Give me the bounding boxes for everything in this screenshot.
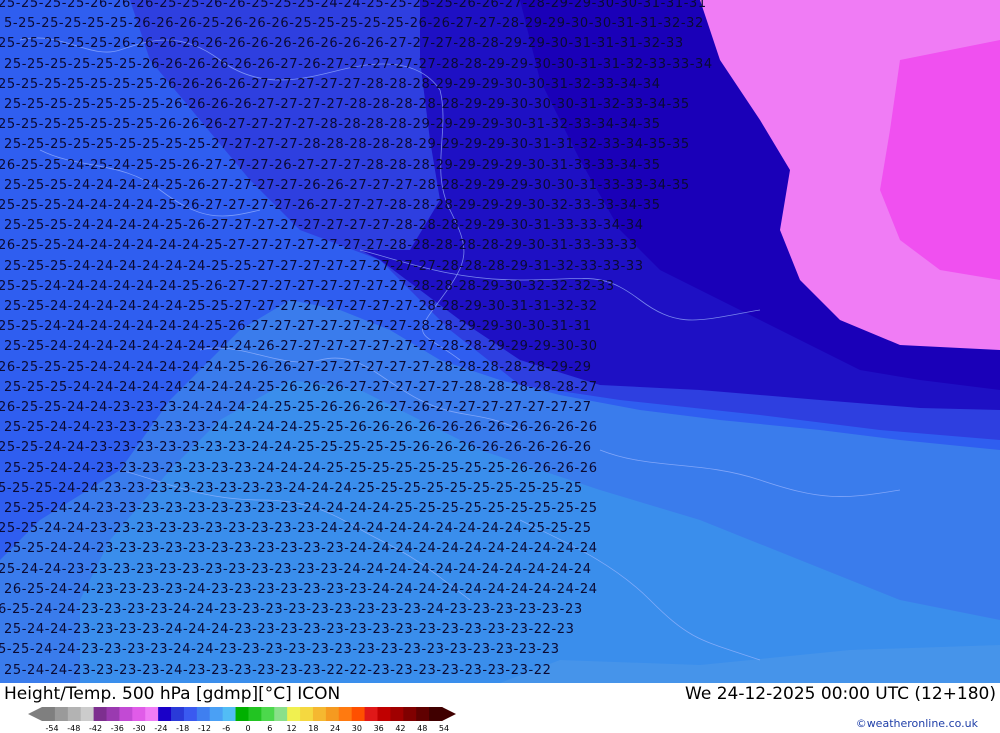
contour-label-row: 26-25-24-24-23-23-23-23-24-23-23-23-23-2… <box>4 581 598 597</box>
scale-arrow-right <box>442 707 456 721</box>
contour-label-row: 25-25-25-25-25-26-26-26-26-26-26-26-26-2… <box>0 36 684 52</box>
map-title: Height/Temp. 500 hPa [gdmp][°C] ICON <box>4 684 341 704</box>
contour-label-row: 25-25-25-24-24-24-24-24-24-24-24-25-26-2… <box>4 379 598 395</box>
scale-swatch <box>351 707 366 721</box>
scale-swatch <box>248 707 262 721</box>
scale-swatch <box>429 707 443 721</box>
scale-swatch <box>377 707 391 721</box>
scale-swatch <box>312 707 327 721</box>
contour-label-row: 25-25-25-25-26-26-26-25-25-26-26-25-25-2… <box>0 0 707 11</box>
scale-tick-label: 30 <box>351 724 362 733</box>
scale-tick-label: -12 <box>197 724 211 733</box>
scale-arrow-left <box>28 707 42 721</box>
footer-bar: Height/Temp. 500 hPa [gdmp][°C] ICON We … <box>0 683 1000 733</box>
scale-tick-label: 48 <box>417 724 428 733</box>
scale-swatch <box>390 707 404 721</box>
scale-swatch <box>196 707 211 721</box>
scale-tick-label: 18 <box>308 724 319 733</box>
scale-swatch <box>119 707 133 721</box>
scale-swatch <box>209 707 224 721</box>
scale-swatch <box>261 707 275 721</box>
contour-label-row: 25-24-24-23-23-23-23-23-23-23-23-23-23-2… <box>0 561 592 577</box>
scale-swatch <box>132 707 146 721</box>
contour-label-row: 6-25-24-24-23-23-23-23-24-24-23-23-23-23… <box>0 602 583 617</box>
scale-swatch <box>416 707 430 721</box>
scale-tick-label: -42 <box>89 724 103 733</box>
scale-swatch <box>338 707 353 721</box>
scale-tick-label: 54 <box>438 724 450 733</box>
scale-tick-label: 12 <box>286 724 297 733</box>
scale-swatch <box>54 707 69 721</box>
valid-time: We 24-12-2025 00:00 UTC (12+180) <box>685 684 996 704</box>
scale-swatch <box>235 707 249 721</box>
contour-label-row: 25-25-25-25-25-25-25-25-25-27-27-27-27-2… <box>4 137 690 153</box>
scale-tick-label: -24 <box>154 724 168 733</box>
color-scale <box>28 707 456 721</box>
scale-tick-label: -6 <box>222 724 231 733</box>
contour-label-row: 26-25-25-25-24-24-24-24-24-24-25-26-26-2… <box>0 359 592 375</box>
scale-swatch <box>80 707 95 721</box>
scale-tick-label: -48 <box>67 724 81 733</box>
scale-tick-label: -30 <box>132 724 146 733</box>
scale-swatch <box>171 707 185 721</box>
scale-swatch <box>106 707 120 721</box>
contour-label-row: 25-24-24-23-23-23-23-24-23-23-23-23-23-2… <box>4 662 552 678</box>
credit-link[interactable]: ©weatheronline.co.uk <box>856 717 978 730</box>
contour-label-row: 25-25-24-24-24-24-24-24-25-25-27-27-27-2… <box>4 299 598 314</box>
contour-label-row: 25-25-24-24-23-23-23-23-23-24-24-24-24-2… <box>4 420 598 436</box>
contour-label-row: 25-25-25-25-25-25-25-26-26-26-26-27-27-2… <box>4 97 690 112</box>
contour-label-row: 25-25-24-24-24-24-24-24-24-25-26-27-27-2… <box>0 319 592 335</box>
contour-label-row: 25-25-25-24-24-24-24-24-24-25-25-27-27-2… <box>4 258 644 274</box>
contour-label-row: 5-25-24-24-23-23-23-23-24-24-23-23-23-23… <box>0 642 560 658</box>
contour-label-row: 25-25-24-24-24-24-24-24-24-24-24-26-27-2… <box>4 339 598 355</box>
scale-swatch <box>222 707 237 721</box>
scale-tick-label: 36 <box>373 724 384 733</box>
contour-label-row: 25-25-25-25-25-25-25-26-26-26-26-27-27-2… <box>0 76 661 92</box>
scale-swatch <box>93 707 108 721</box>
contour-label-row: 25-25-24-24-23-23-23-23-23-23-23-23-23-2… <box>4 541 598 557</box>
scale-tick-label: -54 <box>45 724 59 733</box>
contour-label-row: 25-25-25-25-25-25-25-26-26-26-27-27-27-2… <box>0 117 661 133</box>
scale-swatch <box>403 707 417 721</box>
contour-label-row: 25-25-24-24-24-24-24-24-25-26-27-27-27-2… <box>0 278 615 294</box>
contour-label-row: 25-25-25-25-25-25-26-26-26-26-26-26-27-2… <box>4 56 713 72</box>
weather-map: 25-25-25-25-26-26-26-25-25-26-26-25-25-2… <box>0 0 1000 683</box>
scale-swatch <box>183 707 198 721</box>
scale-swatch <box>158 707 172 721</box>
contour-label-row: 26-25-25-24-24-23-23-23-24-24-24-24-25-2… <box>0 400 592 415</box>
scale-swatch <box>300 707 314 721</box>
contour-label-row: 25-25-25-24-24-24-24-25-26-27-27-27-27-2… <box>0 198 661 213</box>
contour-label-row: 25-25-24-24-23-23-23-23-23-23-23-23-23-2… <box>0 521 592 537</box>
scale-swatch <box>325 707 340 721</box>
contour-label-row: 26-25-25-24-25-24-25-25-26-27-27-27-26-2… <box>0 157 661 173</box>
scale-tick-label: 42 <box>395 724 406 733</box>
scale-swatch <box>42 707 56 721</box>
scale-tick-label: -18 <box>176 724 190 733</box>
scale-tick-label: 0 <box>245 724 251 733</box>
contour-label-row: 25-25-24-24-23-23-23-23-23-23-23-23-23-2… <box>4 501 598 516</box>
contour-label-row: 5-25-25-24-24-23-23-23-23-23-23-23-23-24… <box>0 480 583 496</box>
contour-label-row: 25-25-24-24-23-23-23-23-23-23-23-24-24-2… <box>4 460 598 476</box>
scale-swatch <box>274 707 288 721</box>
scale-swatch <box>145 707 159 721</box>
contour-label-row: 5-25-25-25-25-25-26-26-26-25-26-26-26-25… <box>4 16 704 32</box>
scale-tick-label: 6 <box>267 724 273 733</box>
contour-label-row: 26-25-25-24-24-24-24-24-24-25-27-27-27-2… <box>0 238 638 254</box>
contour-label-row: 25-25-24-24-23-23-23-23-23-23-23-24-24-2… <box>0 440 592 456</box>
contour-label-row: 25-25-25-24-24-24-24-25-26-27-27-27-27-2… <box>4 177 690 193</box>
contour-label-row: 25-25-25-24-24-24-24-25-26-27-27-27-27-2… <box>4 218 644 234</box>
scale-swatch <box>287 707 301 721</box>
scale-swatch <box>67 707 82 721</box>
scale-swatch <box>364 707 378 721</box>
scale-tick-label: -36 <box>110 724 124 733</box>
contour-label-row: 25-24-24-23-23-23-23-24-24-24-23-23-23-2… <box>4 622 575 638</box>
scale-tick-label: 24 <box>330 724 341 733</box>
